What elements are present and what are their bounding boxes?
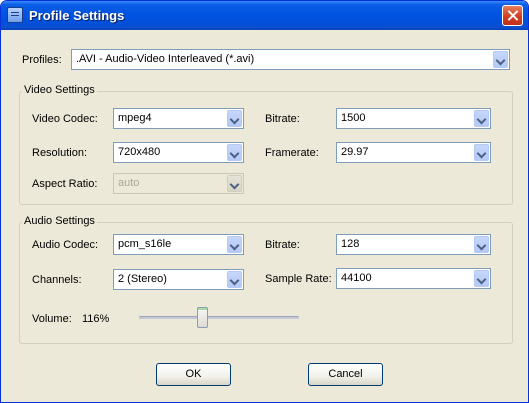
video-bitrate-dropdown[interactable]: 1500 (336, 108, 491, 129)
sample-rate-dropdown[interactable]: 44100 (336, 268, 491, 289)
window-title: Profile Settings (29, 8, 125, 23)
profiles-label: Profiles: (22, 54, 62, 66)
channels-dropdown[interactable]: 2 (Stereo) (113, 269, 244, 290)
aspect-ratio-label: Aspect Ratio: (32, 178, 98, 190)
volume-value: 116% (82, 313, 110, 325)
video-codec-label: Video Codec: (32, 113, 98, 125)
sample-rate-value: 44100 (341, 272, 372, 284)
framerate-dropdown[interactable]: 29.97 (336, 142, 491, 163)
profiles-dropdown[interactable]: .AVI - Audio-Video Interleaved (*.avi) (71, 49, 510, 70)
channels-value: 2 (Stereo) (118, 273, 167, 285)
audio-bitrate-label: Bitrate: (265, 239, 300, 251)
chevron-down-icon (227, 175, 242, 192)
channels-label: Channels: (32, 274, 82, 286)
window-icon (7, 7, 23, 23)
video-codec-value: mpeg4 (118, 112, 152, 124)
profile-settings-window: Profile Settings Profiles: .AVI - Audio-… (0, 0, 529, 403)
aspect-ratio-value: auto (118, 177, 140, 189)
volume-slider-track[interactable] (139, 316, 299, 319)
audio-codec-label: Audio Codec: (32, 239, 99, 251)
resolution-dropdown[interactable]: 720x480 (113, 142, 244, 163)
framerate-value: 29.97 (341, 146, 369, 158)
chevron-down-icon[interactable] (474, 236, 489, 253)
chevron-down-icon[interactable] (227, 271, 242, 288)
title-bar[interactable]: Profile Settings (1, 1, 528, 30)
video-codec-dropdown[interactable]: mpeg4 (113, 108, 244, 129)
volume-label: Volume: (32, 313, 72, 325)
volume-slider-thumb[interactable] (197, 307, 208, 328)
ok-button[interactable]: OK (156, 363, 231, 386)
resolution-label: Resolution: (32, 147, 88, 159)
video-settings-title: Video Settings (22, 84, 97, 96)
chevron-down-icon[interactable] (493, 51, 508, 68)
resolution-value: 720x480 (118, 146, 161, 158)
audio-codec-dropdown[interactable]: pcm_s16le (113, 234, 244, 255)
video-bitrate-value: 1500 (341, 112, 366, 124)
chevron-down-icon[interactable] (474, 110, 489, 127)
aspect-ratio-dropdown: auto (113, 173, 244, 194)
audio-bitrate-value: 128 (341, 238, 360, 250)
audio-bitrate-dropdown[interactable]: 128 (336, 234, 491, 255)
chevron-down-icon[interactable] (227, 236, 242, 253)
framerate-label: Framerate: (265, 147, 319, 159)
audio-codec-value: pcm_s16le (118, 238, 172, 250)
close-icon[interactable] (502, 5, 523, 26)
cancel-button[interactable]: Cancel (308, 363, 383, 386)
profiles-value: .AVI - Audio-Video Interleaved (*.avi) (76, 53, 255, 65)
chevron-down-icon[interactable] (474, 144, 489, 161)
chevron-down-icon[interactable] (227, 110, 242, 127)
chevron-down-icon[interactable] (474, 270, 489, 287)
audio-settings-title: Audio Settings (22, 215, 97, 227)
video-bitrate-label: Bitrate: (265, 113, 300, 125)
sample-rate-label: Sample Rate: (265, 273, 332, 285)
chevron-down-icon[interactable] (227, 144, 242, 161)
